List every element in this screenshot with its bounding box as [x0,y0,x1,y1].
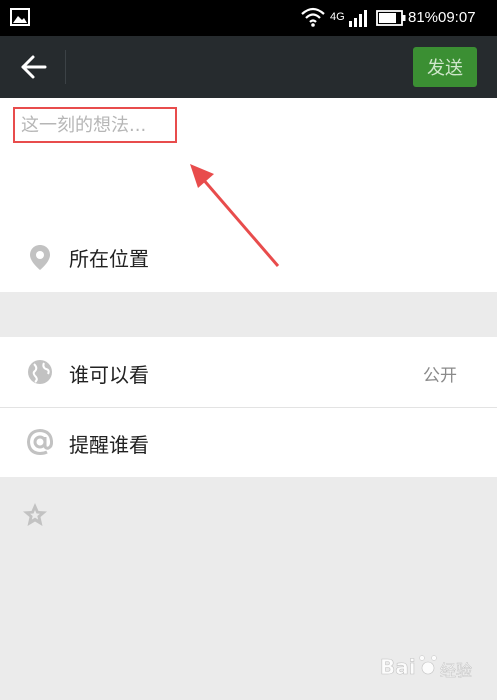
location-row[interactable]: 所在位置 [0,226,497,286]
star-icon[interactable] [22,502,48,528]
battery-icon [376,10,406,26]
back-arrow-icon[interactable] [14,48,54,86]
at-icon [26,428,54,456]
visibility-value: 公开 [423,366,457,386]
visibility-row[interactable]: 谁可以看 公开 [0,337,497,408]
status-bar: 4G 81% 09:07 [0,0,497,36]
svg-text:经验: 经验 [440,661,472,680]
svg-text:Bai: Bai [380,655,416,679]
remind-label: 提醒谁看 [69,433,149,457]
compose-section: 所在位置 [0,98,497,292]
clock: 09:07 [438,9,476,26]
signal-icon [349,10,367,27]
send-button[interactable]: 发送 [413,47,477,87]
options-section: 谁可以看 公开 提醒谁看 [0,337,497,477]
visibility-label: 谁可以看 [69,363,149,387]
battery-percent: 81% [408,9,439,26]
remind-row[interactable]: 提醒谁看 [0,408,497,478]
location-label: 所在位置 [69,247,149,271]
baidu-watermark: Bai 经验 [380,655,473,681]
network-type: 4G [330,11,345,23]
top-toolbar: 发送 [0,36,497,98]
globe-icon [28,360,52,384]
wifi-icon [301,7,325,27]
toolbar-divider [65,50,66,84]
gallery-icon [10,8,30,26]
location-pin-icon [30,245,50,270]
thought-input[interactable] [13,107,177,143]
